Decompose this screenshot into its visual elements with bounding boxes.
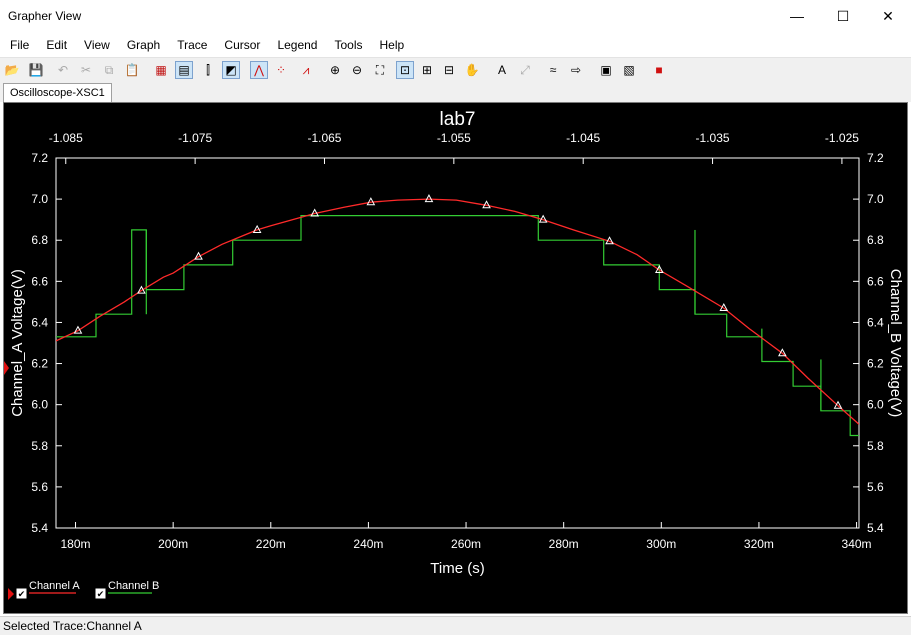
overlay-traces-icon[interactable]: ≈ [544,61,562,79]
y-axis-label-right: Channel_B Voltage(V) [887,269,904,417]
close-button[interactable]: ✕ [865,0,911,32]
top-tick-label: -1.075 [178,131,212,145]
plot-frame [55,157,860,529]
paste-icon[interactable]: 📋 [123,61,141,79]
chart-title: lab7 [440,109,476,130]
y-axis-label-left: Channel_A Voltage(V) [9,269,26,417]
properties-icon[interactable]: ▣ [597,61,615,79]
checkmark-icon: ✔ [18,589,26,599]
y-tick-label-left: 5.4 [31,521,48,535]
minimize-button[interactable]: — [774,0,820,32]
top-tick-label: -1.085 [49,131,83,145]
menu-legend[interactable]: Legend [267,34,324,56]
menu-cursor[interactable]: Cursor [214,34,267,56]
x-tick-label: 220m [256,537,286,551]
checkmark-icon: ✔ [97,589,105,599]
x-tick-label: 300m [646,537,676,551]
label-icon[interactable]: ⤢ [516,61,534,79]
x-tick-label: 200m [158,537,188,551]
title-text-icon[interactable]: A [493,61,511,79]
legend-icon[interactable]: ▤ [175,61,193,79]
title-bar: Grapher View — ☐ ✕ [0,0,911,32]
zoom-x-icon[interactable]: ⊞ [418,61,436,79]
status-text: Selected Trace:Channel A [3,619,142,633]
zoom-area-icon[interactable]: ⛶ [371,61,389,79]
zoom-full-icon[interactable]: ⊡ [396,61,414,79]
y-tick-label-left: 6.4 [31,315,48,329]
channel-a-marker [73,325,83,334]
y-tick-label-right: 7.2 [867,151,884,165]
menu-view[interactable]: View [74,34,117,56]
menu-tools[interactable]: Tools [324,34,369,56]
menu-trace[interactable]: Trace [167,34,214,56]
y-tick-label-left: 7.0 [31,192,48,206]
undo-icon[interactable]: ↶ [54,61,72,79]
zoom-y-icon[interactable]: ⊟ [440,61,458,79]
graph-panel[interactable]: lab7 180m 200m 220m 240m 260m 280m 300m 320m 340m… [3,102,908,614]
y-tick-label-right: 6.2 [867,357,884,371]
legend-label-channel-b: Channel B [108,580,159,592]
pan-icon[interactable]: ✋ [463,61,481,79]
y-tick-label-right: 5.4 [867,521,884,535]
y-tick-label-left: 7.2 [31,151,48,165]
page-properties-icon[interactable]: ▧ [620,61,638,79]
y-tick-label-right: 5.6 [867,480,884,494]
x-tick-label: 280m [549,537,579,551]
x-tick-label: 180m [61,537,91,551]
window-title: Grapher View [8,9,82,23]
y-tick-label-right: 6.4 [867,315,884,329]
export-icon[interactable]: ⇨ [567,61,585,79]
zoom-in-icon[interactable]: ⊕ [326,61,344,79]
y-tick-label-right: 7.0 [867,192,884,206]
dot-trace-icon[interactable]: ⁘ [272,61,290,79]
y-tick-label-left: 6.8 [31,233,48,247]
y-tick-label-left: 6.0 [31,398,48,412]
menu-edit[interactable]: Edit [36,34,74,56]
top-tick-label: -1.065 [307,131,341,145]
tab-strip: Oscilloscope-XSC1 [0,82,911,102]
top-tick-label: -1.055 [437,131,471,145]
x-tick-label: 340m [842,537,872,551]
top-tick-label: -1.035 [696,131,730,145]
top-tick-label: -1.025 [825,131,859,145]
top-tick-label: -1.045 [566,131,600,145]
status-bar: Selected Trace:Channel A [0,616,911,635]
legend-label-channel-a: Channel A [29,580,80,592]
legend-selected-marker [8,588,14,600]
y-tick-label-left: 6.6 [31,274,48,288]
menu-file[interactable]: File [0,34,36,56]
cursors-icon[interactable]: ⫿ [199,61,217,79]
y-tick-label-left: 5.6 [31,480,48,494]
y-tick-label-right: 6.8 [867,233,884,247]
y-tick-label-right: 6.0 [867,398,884,412]
x-axis-label: Time (s) [430,560,484,577]
y-tick-label-left: 5.8 [31,439,48,453]
channel-b-trace [56,214,859,437]
x-tick-label: 320m [744,537,774,551]
menu-bar: File Edit View Graph Trace Cursor Legend Tools H… [0,34,911,56]
x-tick-label: 260m [451,537,481,551]
line-dot-trace-icon[interactable]: ⩘ [297,61,315,79]
y-tick-label-right: 6.6 [867,274,884,288]
tab-oscilloscope-xsc1[interactable]: Oscilloscope-XSC1 [3,83,112,102]
y-tick-label-right: 5.8 [867,439,884,453]
menu-help[interactable]: Help [370,34,412,56]
cut-icon[interactable]: ✂ [77,61,95,79]
open-folder-icon[interactable]: 📂 [3,61,21,79]
channel-a-trace [56,198,859,425]
copy-icon[interactable]: ⧉ [100,61,118,79]
toolbar: 📂 💾 ↶ ✂ ⧉ 📋 ▦ ▤ ⫿ ◩ ⋀ ⁘ ⩘ ⊕ ⊖ ⛶ ⊡ ⊞ ⊟ ✋ A ⤢ ≈ ⇨ ▣ ▧ ■ [0,57,911,83]
channel-a-marker [424,194,434,203]
y-tick-label-left: 6.2 [31,357,48,371]
maximize-button[interactable]: ☐ [820,0,866,32]
menu-graph[interactable]: Graph [117,34,167,56]
save-icon[interactable]: 💾 [27,61,45,79]
line-trace-icon[interactable]: ⋀ [250,61,268,79]
x-tick-label: 240m [353,537,383,551]
grapher-chart[interactable]: lab7 180m 200m 220m 240m 260m 280m 300m 320m 340m… [4,103,907,613]
grid-icon[interactable]: ▦ [152,61,170,79]
reverse-colors-icon[interactable]: ◩ [222,61,240,79]
stop-icon[interactable]: ■ [650,61,668,79]
zoom-out-icon[interactable]: ⊖ [348,61,366,79]
